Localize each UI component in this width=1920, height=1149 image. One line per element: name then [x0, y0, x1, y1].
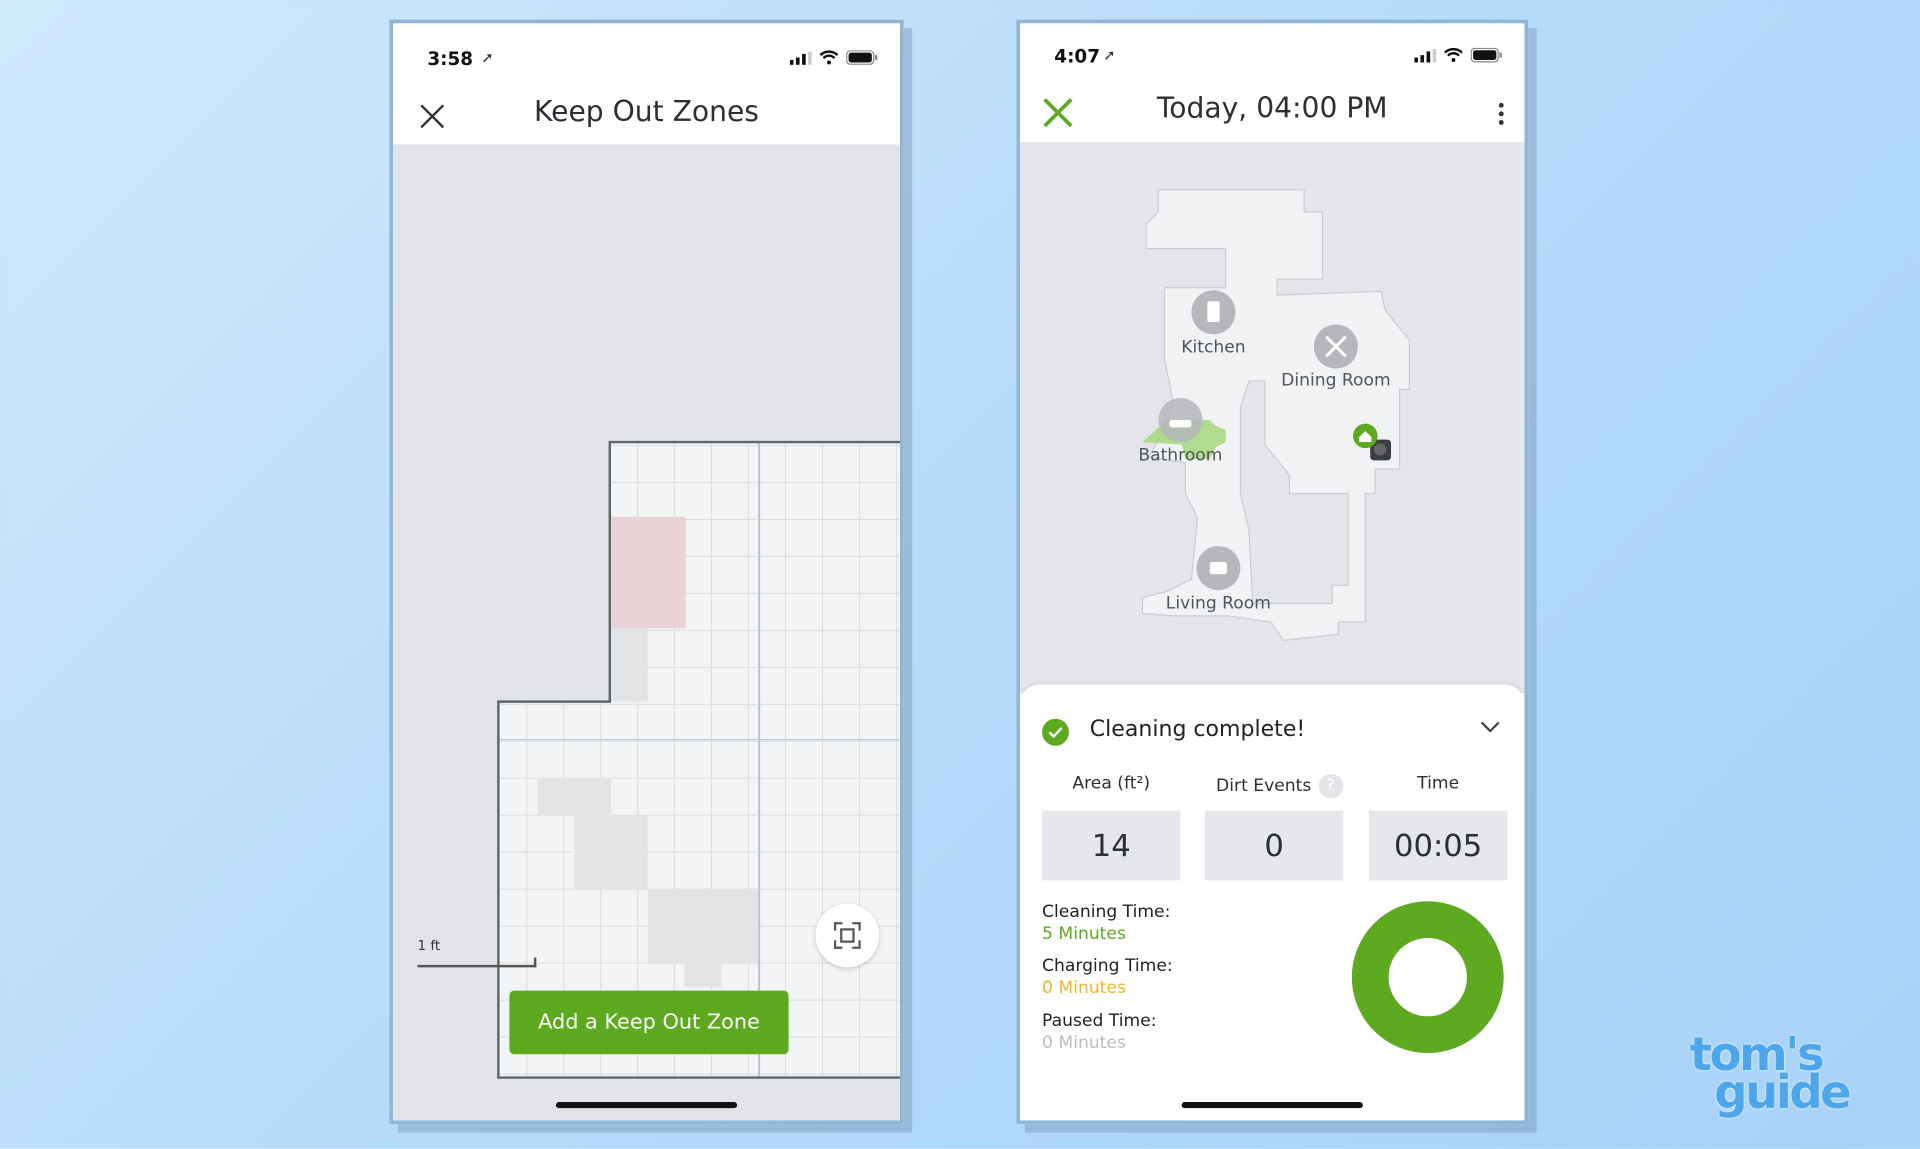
keep-out-zones-screen: 3:58 ➚ Keep Out Zones 1 ft Add a Keep Ou…: [389, 19, 904, 1125]
clean-history-screen: 4:07 ➚ Today, 04:00 PM Kitchen Dining Ro…: [1016, 19, 1529, 1125]
dirt-events-label: Dirt Events: [1216, 776, 1312, 796]
status-time: 3:58: [427, 47, 474, 70]
cleaning-time-label: Cleaning Time:: [1042, 902, 1171, 923]
cleaning-time-value: 5 Minutes: [1042, 924, 1126, 945]
stat-label-dirt-events: Dirt Events?: [1194, 773, 1365, 799]
scale-bar-tick: [533, 957, 537, 968]
home-base-icon: [1353, 423, 1378, 449]
scale-bar: [417, 964, 537, 968]
time-breakdown-donut: [1351, 901, 1504, 1054]
header: Today, 04:00 PM: [1020, 81, 1524, 142]
room-marker-bathroom[interactable]: [1158, 397, 1203, 443]
logo-line-2: guide: [1714, 1065, 1851, 1120]
status-bar: 4:07 ➚: [1020, 43, 1524, 70]
battery-icon: [846, 50, 878, 65]
header: Keep Out Zones: [393, 84, 900, 145]
signal-icon: [1414, 48, 1437, 62]
wifi-icon: [1444, 48, 1463, 62]
room-marker-living-room[interactable]: [1196, 546, 1241, 591]
paused-time-label: Paused Time:: [1042, 1011, 1157, 1032]
charging-time-value: 0 Minutes: [1042, 978, 1126, 998]
toms-guide-logo: tom's guide: [1690, 1031, 1852, 1120]
bathtub-icon: [1169, 420, 1192, 428]
scale-label: 1 ft: [417, 937, 441, 954]
location-arrow-icon: ➚: [1103, 46, 1116, 64]
stat-value-time: 00:05: [1368, 810, 1508, 881]
fit-screen-icon: [834, 922, 861, 949]
signal-icon: [789, 50, 812, 65]
floor-plan: Kitchen Dining Room Bathroom Living Room: [1138, 189, 1411, 642]
mission-summary-card: Cleaning complete! Area (ft²) Dirt Event…: [1020, 684, 1525, 1121]
map-grid[interactable]: 1 ft Add a Keep Out Zone: [393, 144, 901, 1121]
add-keep-out-zone-button[interactable]: Add a Keep Out Zone: [509, 990, 789, 1055]
more-options-icon[interactable]: [1498, 102, 1505, 129]
charging-time-label: Charging Time:: [1042, 956, 1173, 976]
status-bar: 3:58 ➚: [393, 45, 900, 72]
check-circle-icon: [1042, 718, 1069, 746]
stat-value-dirt-events: 0: [1204, 810, 1344, 881]
battery-icon: [1470, 47, 1502, 63]
wifi-icon: [819, 50, 839, 65]
home-indicator: [555, 1102, 738, 1109]
fit-to-screen-button[interactable]: [815, 903, 880, 968]
room-label-kitchen: Kitchen: [1181, 338, 1245, 358]
floor-shading: [497, 440, 901, 1079]
room-label-dining-room: Dining Room: [1281, 371, 1391, 391]
status-time: 4:07: [1054, 45, 1100, 68]
help-icon[interactable]: ?: [1318, 773, 1344, 799]
cleaning-status: Cleaning complete!: [1089, 716, 1306, 743]
room-label-living-room: Living Room: [1166, 594, 1271, 614]
stat-label-time: Time: [1417, 773, 1460, 794]
keep-out-zone[interactable]: [611, 516, 686, 629]
home-indicator: [1181, 1102, 1363, 1109]
room-marker-kitchen[interactable]: [1191, 290, 1236, 335]
fridge-icon: [1207, 301, 1220, 323]
chevron-down-icon[interactable]: [1480, 721, 1500, 733]
room-marker-dining-room[interactable]: [1313, 324, 1358, 369]
location-arrow-icon: ➚: [481, 48, 494, 67]
clean-map[interactable]: Kitchen Dining Room Bathroom Living Room: [1020, 142, 1525, 694]
page-title: Keep Out Zones: [534, 96, 759, 129]
page-title: Today, 04:00 PM: [1156, 93, 1388, 125]
stat-label-area: Area (ft²): [1072, 773, 1151, 794]
donut-cleaning-segment: [1351, 901, 1504, 1054]
armchair-icon: [1209, 562, 1227, 575]
room-label-bathroom: Bathroom: [1138, 445, 1222, 465]
paused-time-value: 0 Minutes: [1042, 1033, 1126, 1054]
stat-value-area: 14: [1042, 810, 1181, 881]
